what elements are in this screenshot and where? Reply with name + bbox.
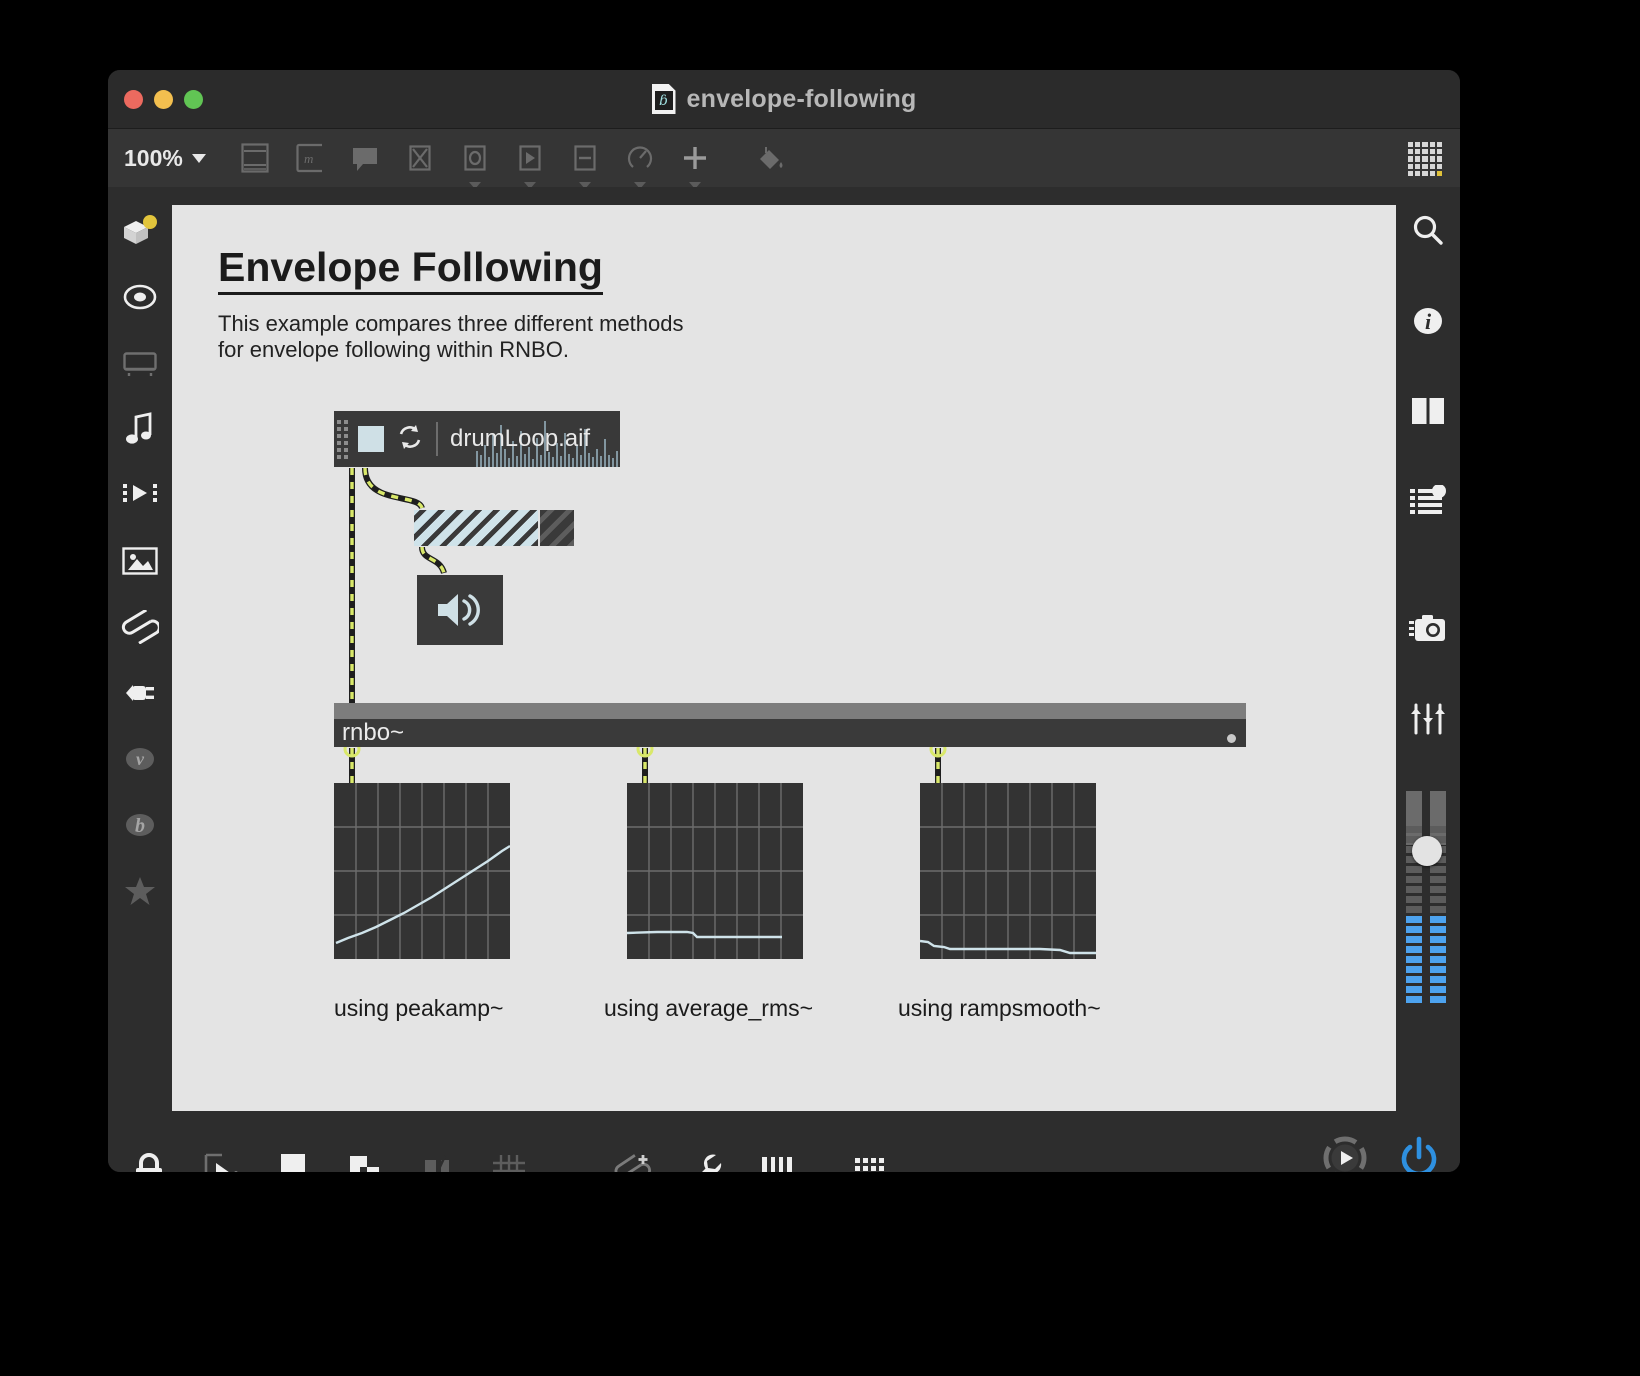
gain-slider-track [540, 510, 574, 546]
loop-icon[interactable] [396, 423, 424, 456]
object-grip-icon [334, 411, 350, 467]
patcher-document-icon: ɓ [651, 84, 676, 114]
search-button[interactable] [1406, 209, 1450, 253]
edit-mode-button[interactable] [198, 1148, 244, 1172]
master-level-meter[interactable] [1405, 791, 1451, 1003]
rnbo-header-bar [334, 703, 1246, 719]
grid-button[interactable] [486, 1148, 532, 1172]
svg-text:b: b [135, 815, 145, 837]
sidebar-video[interactable] [118, 473, 162, 517]
zoom-level-label: 100% [124, 144, 183, 171]
speaker-icon [438, 594, 480, 626]
add-clipping-button[interactable] [610, 1148, 656, 1172]
scope-rampsmooth[interactable] [920, 783, 1096, 959]
doc-icon-glyph: ɓ [654, 91, 673, 110]
computer-keyboard-button[interactable] [848, 1148, 894, 1172]
meter-fader-knob[interactable] [1412, 836, 1442, 866]
chevron-down-icon [191, 153, 206, 163]
playbar-icon[interactable] [513, 141, 547, 189]
window-title: envelope-following [686, 84, 917, 113]
playlist-object[interactable]: drumLoop.aif [334, 411, 620, 467]
parameters-button[interactable] [1406, 479, 1450, 523]
gain-slider-fill [414, 510, 538, 546]
toggle-icon[interactable] [403, 141, 437, 175]
bottom-toolbar-right [1322, 1135, 1442, 1172]
rnbo-body [334, 719, 1246, 747]
reference-button[interactable]: i [1406, 299, 1450, 343]
keyboard-mapping-button[interactable] [754, 1148, 800, 1172]
patch-title: Envelope Following [218, 244, 603, 295]
rnbo-label: rnbo~ [342, 719, 405, 746]
object-palette-icon[interactable] [238, 141, 272, 175]
sidebar-snapshots[interactable] [118, 275, 162, 319]
sidebar-images[interactable] [118, 539, 162, 583]
slider-icon[interactable] [568, 141, 602, 189]
dial-icon[interactable] [623, 141, 657, 189]
inspector-button[interactable] [682, 1148, 728, 1172]
window-title-group: ɓ envelope-following [108, 84, 1460, 114]
scope-peakamp[interactable] [334, 783, 510, 959]
presentation-mode-button[interactable] [270, 1148, 316, 1172]
right-sidebar: i [1396, 187, 1460, 1003]
mixer-button[interactable] [1406, 697, 1450, 741]
toolbar-items: m [238, 141, 787, 189]
playlist-divider [436, 422, 438, 456]
comment-icon[interactable] [348, 141, 382, 175]
playlist-stop-button[interactable] [358, 426, 384, 452]
window-titlebar: ɓ envelope-following [108, 70, 1460, 129]
scope-average-rms-label: using average_rms~ [604, 995, 814, 1021]
svg-text:v: v [136, 749, 145, 769]
left-sidebar: v b [108, 187, 172, 913]
transport-button[interactable] [1322, 1135, 1368, 1172]
button-icon[interactable] [458, 141, 492, 189]
patcher-toolbar: 100% m [108, 129, 1460, 189]
zoom-control[interactable]: 100% [124, 145, 206, 172]
scope-peakamp-label: using peakamp~ [334, 995, 504, 1021]
meter-channel-left [1406, 791, 1422, 1003]
playlist-filename: drumLoop.aif [450, 425, 591, 452]
message-box-icon[interactable]: m [293, 141, 327, 175]
arrange-button[interactable] [342, 1148, 388, 1172]
gain-slider[interactable] [414, 510, 574, 546]
patcher-body: v b i Envelope Following This example co… [108, 187, 1460, 1113]
sidebar-devices[interactable] [118, 341, 162, 385]
snapshot-button[interactable] [1406, 607, 1450, 651]
sidebar-plugins[interactable] [118, 671, 162, 715]
paint-bucket-icon[interactable] [753, 141, 787, 175]
patcher-canvas[interactable]: Envelope Following This example compares… [172, 205, 1396, 1111]
sidebar-packages[interactable] [118, 209, 162, 253]
scope-average-rms[interactable] [627, 783, 803, 959]
patch-description: This example compares three different me… [218, 311, 684, 362]
scope-rampsmooth-label: using rampsmooth~ [898, 995, 1101, 1021]
add-object-icon[interactable] [678, 141, 712, 189]
lock-patcher-button[interactable] [126, 1148, 172, 1172]
audio-power-button[interactable] [1396, 1135, 1442, 1172]
max-patcher-window: ɓ envelope-following 100% m v b i Envelo… [108, 70, 1460, 1172]
snippet-grid-icon[interactable] [1408, 142, 1442, 176]
columns-button[interactable] [1406, 389, 1450, 433]
bottom-toolbar-left [126, 1148, 894, 1172]
sidebar-audio[interactable] [118, 407, 162, 451]
snap-to-object-button[interactable] [414, 1148, 460, 1172]
patcher-bottom-toolbar [108, 1113, 1460, 1172]
sidebar-vizzie[interactable]: v [118, 737, 162, 781]
sidebar-beap[interactable]: b [118, 803, 162, 847]
svg-text:i: i [1425, 309, 1432, 334]
rnbo-outlet-dot [1227, 734, 1236, 743]
rnbo-object[interactable]: rnbo~ [334, 703, 1246, 747]
ezdac-object[interactable] [417, 575, 503, 645]
sidebar-favorites[interactable] [118, 869, 162, 913]
meter-channel-right [1430, 791, 1446, 1003]
sidebar-clippings[interactable] [118, 605, 162, 649]
svg-text:m: m [304, 151, 313, 166]
